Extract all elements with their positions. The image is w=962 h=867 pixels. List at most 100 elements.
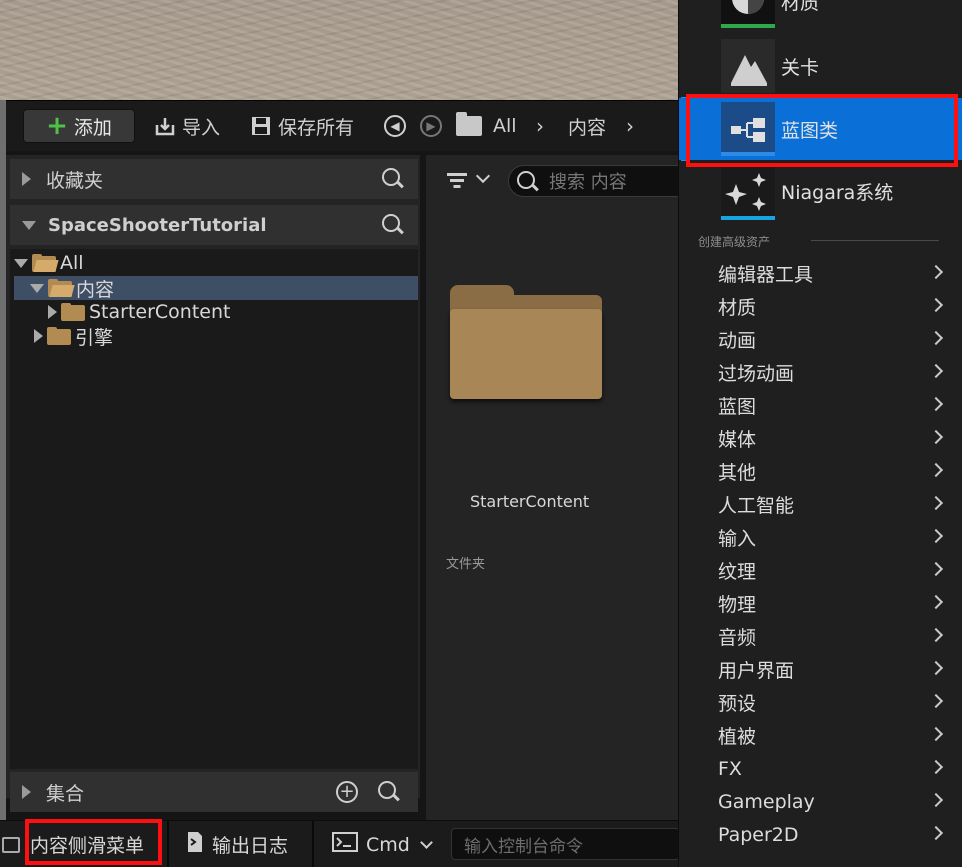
cmd-dropdown[interactable]: Cmd [332, 821, 433, 867]
material-icon [721, 0, 775, 28]
breadcrumb-chevron-icon[interactable]: › [626, 110, 634, 142]
menu-category-user-interface[interactable]: 用户界面 [679, 653, 962, 686]
open-folder-icon [48, 279, 75, 297]
menu-category-label: 输入 [718, 528, 757, 550]
chevron-right-icon [928, 429, 944, 445]
menu-item-niagara-system[interactable]: Niagara系统 [679, 160, 962, 222]
menu-item-level[interactable]: 关卡 [679, 35, 962, 97]
chevron-right-icon [928, 495, 944, 511]
tree-item-label: StarterContent [89, 301, 231, 323]
expanded-arrow-icon [22, 220, 36, 230]
history-forward-button[interactable]: ▶ [420, 110, 442, 142]
collections-header[interactable]: 集合 + [10, 772, 418, 812]
folder-icon [456, 112, 482, 136]
expanded-arrow-icon [14, 258, 28, 268]
chevron-right-icon [928, 627, 944, 643]
filter-icon[interactable] [446, 173, 468, 189]
menu-category-label: 人工智能 [718, 495, 795, 517]
folder-thumbnail[interactable] [450, 285, 602, 399]
menu-category-label: 材质 [718, 297, 757, 319]
menu-category-blueprint[interactable]: 蓝图 [679, 389, 962, 422]
menu-category-label: 植被 [718, 726, 757, 748]
folder-icon [61, 303, 85, 321]
menu-category-ai[interactable]: 人工智能 [679, 488, 962, 521]
favorites-header[interactable]: 收藏夹 [10, 159, 418, 199]
menu-category-fx[interactable]: FX [679, 752, 962, 785]
search-icon[interactable] [382, 214, 404, 236]
output-log-button[interactable]: 输出日志 [186, 821, 288, 867]
history-back-button[interactable]: ◀ [384, 110, 406, 142]
menu-category-texture[interactable]: 纹理 [679, 554, 962, 587]
highlight-box-blueprint-class [686, 94, 958, 167]
tree-item-all[interactable]: All [14, 251, 418, 275]
breadcrumb-root-button[interactable] [456, 110, 482, 142]
menu-category-paper2d[interactable]: Paper2D [679, 818, 962, 851]
breadcrumb-content-label: 内容 [568, 116, 607, 139]
chevron-right-icon [928, 759, 944, 775]
project-header[interactable]: SpaceShooterTutorial [10, 205, 418, 245]
menu-category-gameplay[interactable]: Gameplay [679, 785, 962, 818]
menu-category-label: FX [718, 757, 742, 780]
chevron-right-icon [928, 264, 944, 280]
menu-category-input[interactable]: 输入 [679, 521, 962, 554]
menu-category-audio[interactable]: 音频 [679, 620, 962, 653]
level-icon [721, 39, 775, 93]
search-icon[interactable] [378, 781, 400, 803]
menu-category-presets[interactable]: 预设 [679, 686, 962, 719]
menu-category-label: 媒体 [718, 429, 757, 451]
favorites-label: 收藏夹 [46, 169, 104, 192]
tree-item-content[interactable]: 内容 [14, 276, 418, 301]
chevron-right-icon [928, 726, 944, 742]
menu-category-foliage[interactable]: 植被 [679, 719, 962, 752]
save-icon [250, 115, 272, 137]
console-command-input[interactable]: 输入控制台命令 [451, 828, 680, 860]
menu-category-label: 纹理 [718, 561, 757, 583]
menu-category-label: Paper2D [718, 823, 799, 846]
cmd-label: Cmd [366, 833, 410, 856]
import-button[interactable]: 导入 [154, 110, 220, 142]
menu-category-editor-tools[interactable]: 编辑器工具 [679, 257, 962, 290]
project-label: SpaceShooterTutorial [48, 214, 267, 236]
forward-arrow-icon: ▶ [420, 115, 442, 137]
menu-category-label: 动画 [718, 330, 757, 352]
console-placeholder: 输入控制台命令 [464, 836, 583, 857]
chevron-right-icon [928, 297, 944, 313]
asset-view: 搜索 内容 StarterContent 文件夹 [426, 155, 708, 821]
menu-category-physics[interactable]: 物理 [679, 587, 962, 620]
asset-type: 文件夹 [446, 557, 486, 572]
breadcrumb-all[interactable]: All [493, 110, 517, 142]
folder-icon [47, 327, 71, 345]
add-collection-icon[interactable]: + [336, 781, 358, 803]
save-all-button[interactable]: 保存所有 [250, 110, 354, 142]
menu-item-label: Niagara系统 [781, 181, 894, 204]
breadcrumb-chevron-icon[interactable]: › [536, 110, 544, 142]
collapsed-arrow-icon [48, 305, 57, 319]
collapsed-arrow-icon [22, 172, 31, 186]
menu-category-miscellaneous[interactable]: 其他 [679, 455, 962, 488]
chevron-right-icon [928, 792, 944, 808]
divider [312, 821, 314, 867]
tree-item-label: 内容 [76, 278, 115, 301]
menu-category-media[interactable]: 媒体 [679, 422, 962, 455]
menu-category-animation[interactable]: 动画 [679, 323, 962, 356]
advanced-assets-section-title: 创建高级资产 [698, 235, 771, 249]
tree-item-startercontent[interactable]: StarterContent [14, 300, 418, 324]
divider [167, 821, 169, 867]
menu-category-material[interactable]: 材质 [679, 290, 962, 323]
chevron-down-icon[interactable] [475, 168, 491, 184]
content-browser: + 添加 导入 保存所有 ◀ ▶ All › 内容 › 收藏夹 SpaceSho… [6, 100, 708, 860]
breadcrumb-content[interactable]: 内容 [568, 110, 606, 142]
add-button[interactable]: + 添加 [23, 109, 135, 143]
tree-item-engine[interactable]: 引擎 [14, 324, 418, 349]
menu-category-label: 用户界面 [718, 660, 795, 682]
chevron-right-icon [928, 594, 944, 610]
collapsed-arrow-icon [34, 329, 43, 343]
search-icon[interactable] [382, 168, 404, 190]
sources-panel: 收藏夹 SpaceShooterTutorial All 内容 StarterC [6, 155, 420, 798]
menu-item-material[interactable]: 材质 [679, 0, 962, 32]
add-button-label: 添加 [73, 116, 112, 139]
asset-name[interactable]: StarterContent [470, 492, 589, 511]
menu-category-cinematics[interactable]: 过场动画 [679, 356, 962, 389]
menu-category-label: 其他 [718, 462, 757, 484]
tree-item-label: 引擎 [75, 326, 114, 349]
